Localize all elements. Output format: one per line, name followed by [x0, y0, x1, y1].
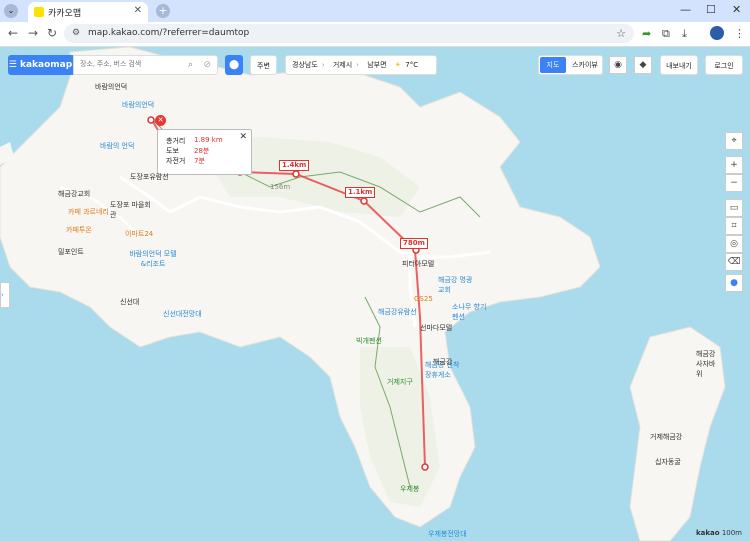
place-label[interactable]: 이마트24 [125, 229, 153, 239]
mode-skyview-button[interactable]: 스카이뷰 [569, 57, 601, 73]
distance-marker: 1.1km [345, 187, 376, 198]
place-label[interactable]: 선마다모텔 [420, 323, 452, 333]
nearby-button[interactable]: 주변 [250, 55, 277, 75]
browser-tab[interactable]: 카카오맵 ✕ [28, 2, 148, 22]
ruler-icon[interactable]: ▭ [725, 199, 743, 217]
distance-marker: 780m [400, 238, 428, 249]
url-text: map.kakao.com/?referrer=daumtop [88, 28, 250, 38]
location-target-icon[interactable]: ◉ [609, 56, 627, 74]
place-label[interactable]: 바람의언덕 [122, 100, 154, 110]
search-box[interactable]: ⌕ ⊘ [73, 55, 218, 75]
place-label[interactable]: 카페투온 [66, 225, 92, 235]
walk-time-label: 도보 [166, 147, 179, 155]
site-info-icon[interactable]: ⚙ [72, 28, 80, 38]
breadcrumb-province[interactable]: 경상남도 [292, 61, 318, 69]
place-label[interactable]: 바람의 언덕 [100, 141, 134, 151]
place-label[interactable]: 도장포 마을회관 [110, 200, 152, 220]
mode-map-button[interactable]: 지도 [540, 57, 566, 73]
place-label[interactable]: 신선대전망대 [163, 309, 202, 319]
place-label[interactable]: 십자동굴 [655, 457, 681, 467]
profile-avatar[interactable] [710, 26, 724, 40]
bike-time-value: 7분 [194, 157, 205, 165]
forward-icon[interactable]: → [28, 26, 38, 40]
minimize-icon[interactable]: — [680, 3, 691, 16]
sun-icon: ☀ [394, 61, 402, 69]
zoom-in-button[interactable]: + [725, 156, 743, 174]
map-mode-toggle: 지도 스카이뷰 [538, 55, 603, 75]
walk-time-value: 28분 [194, 147, 210, 155]
search-input[interactable] [78, 60, 177, 69]
search-icon[interactable]: ⌕ [188, 60, 193, 70]
login-button[interactable]: 로그인 [705, 55, 743, 75]
tab-close-icon[interactable]: ✕ [134, 5, 142, 16]
breadcrumb-city[interactable]: 거제시 [333, 61, 352, 69]
weather-temp: 7°C [405, 61, 419, 69]
place-label[interactable]: 밀포인트 [58, 247, 84, 257]
place-label[interactable]: GS25 [414, 295, 433, 303]
place-label[interactable]: 해금강 [433, 357, 452, 367]
kakaomap-favicon-icon [34, 7, 44, 17]
place-label[interactable]: 해금강 명광교회 [438, 275, 478, 295]
place-label[interactable]: 우제봉 [400, 484, 419, 494]
reload-icon[interactable]: ↻ [47, 26, 57, 40]
area-icon[interactable]: ⌗ [725, 217, 743, 235]
popup-close-icon[interactable]: ✕ [239, 132, 247, 142]
distance-marker: 1.4km [279, 160, 310, 171]
place-label[interactable]: 해금강유람선 [378, 307, 417, 317]
place-label[interactable]: 도장포유람선 [130, 172, 169, 182]
place-label[interactable]: 거제해금강 [650, 432, 682, 442]
back-icon[interactable]: ← [8, 26, 18, 40]
kakaomap-logo[interactable]: ☰ kakaomap [8, 55, 73, 75]
current-location-icon[interactable]: ⌖ [725, 132, 743, 150]
layers-icon[interactable]: ◆ [634, 56, 652, 74]
total-distance-value: 1.89 km [194, 136, 223, 144]
place-label[interactable]: 거제지구 [387, 377, 413, 387]
map-scale: kakao 100m [696, 529, 742, 537]
maximize-icon[interactable]: ☐ [706, 3, 716, 16]
place-label[interactable]: 바람의언덕 모텔&리조트 [128, 249, 178, 269]
route-start-marker-icon[interactable]: ✕ [155, 115, 166, 126]
tab-title: 카카오맵 [48, 9, 82, 19]
place-label[interactable]: 빅개펜션 [356, 336, 382, 346]
elevation-label: 156m [270, 183, 291, 191]
place-label[interactable]: 소나무 향기펜션 [452, 302, 488, 322]
download-icon[interactable]: ⤓ [682, 27, 687, 41]
logo-text: kakaomap [20, 60, 73, 70]
browser-tabbar: ⌄ 카카오맵 ✕ + — ☐ ✕ [0, 0, 750, 22]
route-icon[interactable]: ⊘ [203, 60, 211, 70]
total-distance-label: 총거리 [166, 137, 186, 145]
browser-toolbar: ← → ↻ ⚙ map.kakao.com/?referrer=daumtop … [0, 22, 750, 47]
map-base-svg [0, 47, 726, 541]
place-label[interactable]: 해금강교회 [58, 189, 90, 199]
scale-brand: kakao [696, 529, 720, 537]
zoom-out-button[interactable]: − [725, 174, 743, 192]
place-label[interactable]: 바람의언덕 [95, 82, 127, 92]
breadcrumb: 경상남도 › 거제시 › 남부면 ☀ 7°C [285, 55, 437, 75]
place-label[interactable]: 카페 과르네리 [68, 207, 109, 217]
roadview-pin-icon[interactable]: ● [725, 274, 743, 292]
scale-value: 100m [721, 529, 742, 537]
export-button[interactable]: 내보내기 [660, 55, 698, 75]
panel-toggle-icon[interactable]: › [0, 282, 10, 308]
place-label[interactable]: 우제봉전망대 [428, 529, 467, 539]
tab-search-icon[interactable]: ⌄ [4, 4, 18, 18]
location-pin-icon[interactable]: ⬤ [225, 55, 243, 75]
extensions-icon[interactable]: ⧉ [662, 27, 670, 41]
route-info-popup: 총거리 1.89 km 도보 28분 자전거 7분 ✕ [157, 129, 252, 175]
radius-icon[interactable]: ◎ [725, 235, 743, 253]
eraser-icon[interactable]: ⌫ [725, 253, 743, 271]
menu-icon[interactable]: ☰ [9, 60, 17, 70]
bookmark-star-icon[interactable]: ☆ [616, 27, 626, 40]
new-tab-button[interactable]: + [156, 4, 170, 18]
place-label[interactable]: 피터아모텔 [402, 259, 434, 269]
close-window-icon[interactable]: ✕ [732, 3, 741, 16]
map-canvas[interactable]: ✕ 1.4km 1.1km 780m 총거리 1.89 km 도보 28분 자전… [0, 47, 750, 541]
place-label[interactable]: 해금강 사자바위 [696, 349, 720, 379]
share-arrow-icon[interactable]: ➦ [642, 27, 651, 40]
breadcrumb-district[interactable]: 남부면 [367, 61, 386, 69]
place-label[interactable]: 신선대 [120, 297, 139, 307]
menu-dots-icon[interactable]: ⋮ [734, 27, 745, 40]
bike-time-label: 자전거 [166, 157, 186, 165]
address-bar[interactable]: ⚙ map.kakao.com/?referrer=daumtop ☆ [64, 24, 634, 43]
